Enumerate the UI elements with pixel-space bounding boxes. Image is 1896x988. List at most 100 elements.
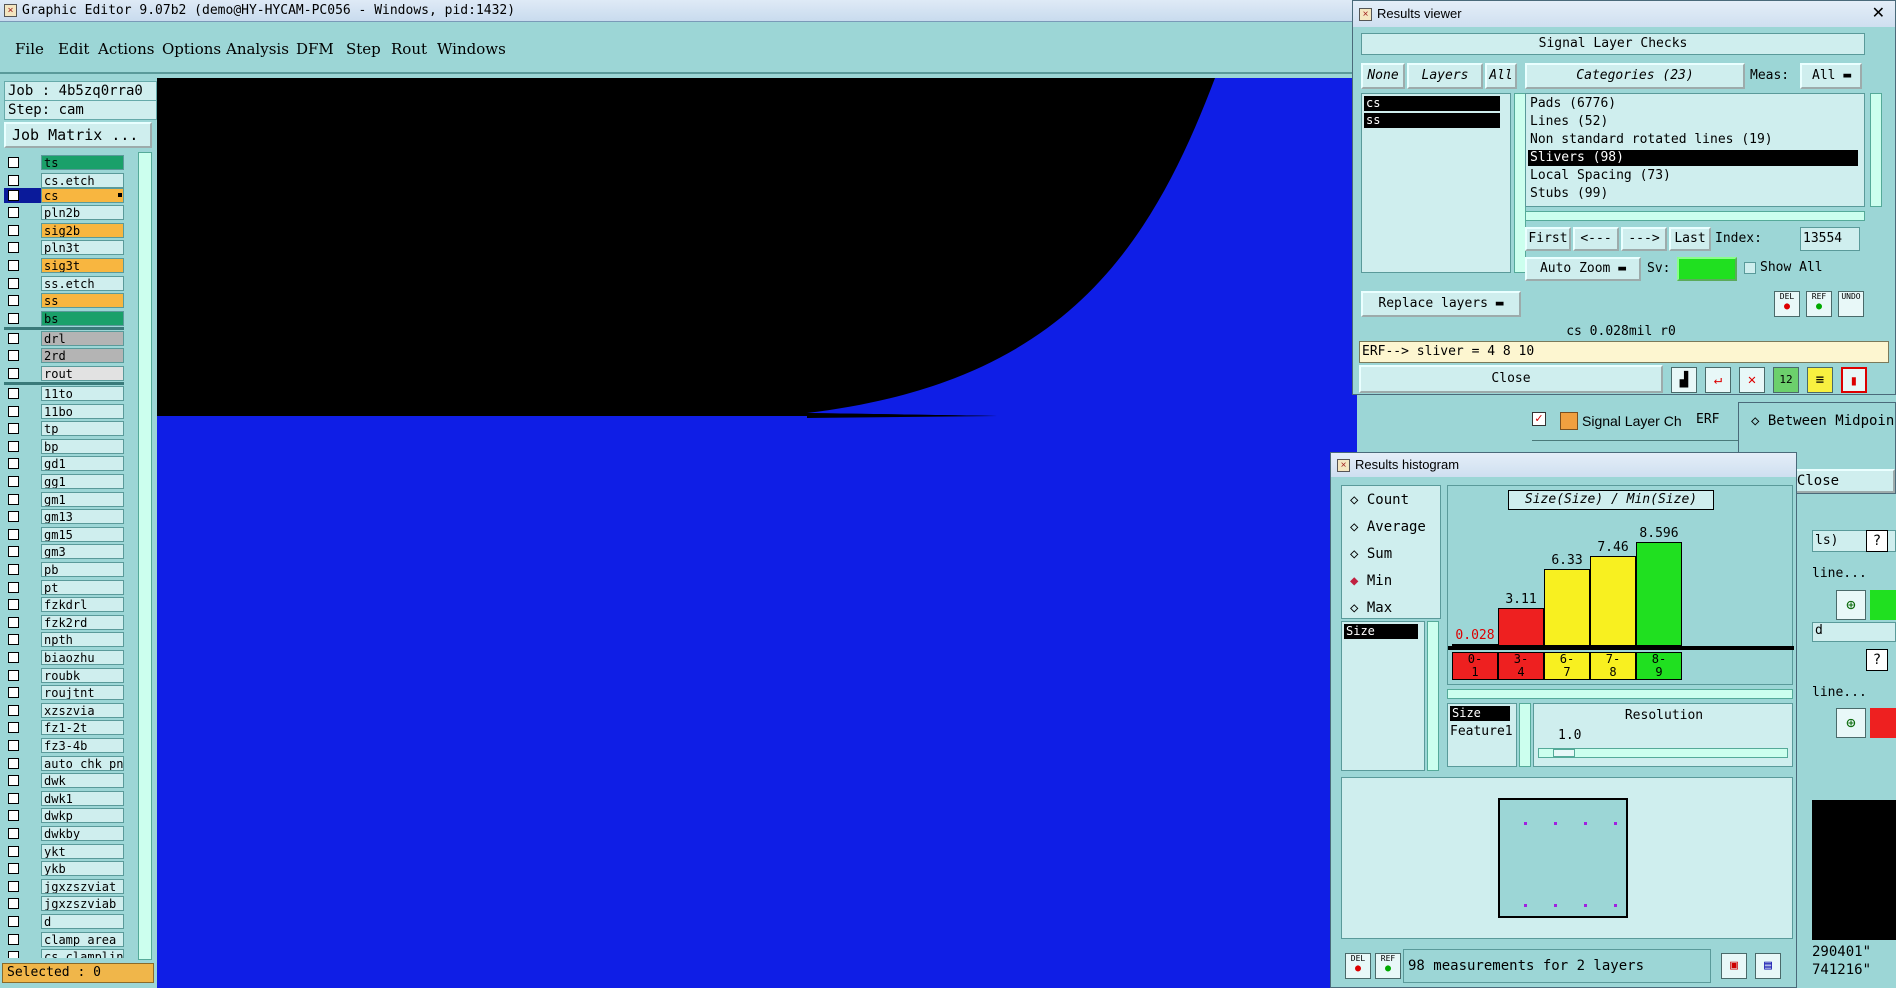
categories-scrollbar[interactable]: [1870, 93, 1882, 207]
bin-label[interactable]: 3- 4: [1498, 652, 1544, 680]
layer-name[interactable]: npth: [41, 632, 124, 648]
bin-label[interactable]: 7- 8: [1590, 652, 1636, 680]
layer-name[interactable]: pln3t: [41, 240, 124, 256]
layer-checkbox[interactable]: [8, 564, 19, 575]
layer-name[interactable]: gd1: [41, 456, 124, 472]
menu-dfm[interactable]: DFM: [296, 40, 334, 58]
list-icon[interactable]: 12: [1773, 367, 1799, 393]
category-item[interactable]: Non standard rotated lines (19): [1528, 132, 1858, 148]
layer-checkbox[interactable]: [8, 880, 19, 892]
layer-item-ss[interactable]: ss: [1364, 113, 1500, 128]
category-item[interactable]: Pads (6776): [1528, 96, 1858, 112]
layer-row-sig3t[interactable]: sig3t: [4, 258, 124, 273]
layer-row-ykb[interactable]: ykb: [4, 861, 124, 877]
field-item-size[interactable]: Size: [1450, 706, 1510, 721]
layer-row-dwkp[interactable]: dwkp: [4, 808, 124, 824]
bin-label[interactable]: 8- 9: [1636, 652, 1682, 680]
layer-checkbox[interactable]: [8, 174, 19, 186]
attribute-list[interactable]: Size: [1341, 621, 1425, 771]
layer-row-ykt[interactable]: ykt: [4, 843, 124, 859]
layer-row-11bo[interactable]: 11bo: [4, 403, 124, 419]
results-close-button[interactable]: Close: [1359, 365, 1663, 393]
layer-row-fzkdrl[interactable]: fzkdrl: [4, 597, 124, 613]
layer-checkbox[interactable]: [8, 775, 19, 787]
layer-row-sig2b[interactable]: sig2b: [4, 222, 124, 238]
layer-row-gm3[interactable]: gm3: [4, 544, 124, 560]
layer-checkbox[interactable]: [8, 757, 19, 769]
layer-name[interactable]: sig2b: [41, 222, 124, 238]
resolution-slider[interactable]: [1538, 748, 1788, 758]
graph-icon[interactable]: ▟: [1671, 367, 1697, 393]
layer-row-gm13[interactable]: gm13: [4, 509, 124, 525]
layer-row-gm1[interactable]: gm1: [4, 491, 124, 507]
layer-checkbox[interactable]: [8, 405, 19, 417]
layer-name[interactable]: pb: [41, 562, 124, 577]
graphic-canvas[interactable]: [157, 78, 1357, 988]
layer-checkbox[interactable]: [8, 423, 19, 435]
layer-row-bs[interactable]: bs: [4, 310, 124, 326]
layer-row-ss[interactable]: ss: [4, 293, 124, 309]
layer-name[interactable]: ykb: [41, 861, 124, 877]
menu-actions[interactable]: Actions: [98, 40, 154, 58]
layer-checkbox[interactable]: [8, 242, 19, 254]
layer-name[interactable]: dwkp: [41, 808, 124, 824]
histogram-bar[interactable]: [1590, 555, 1636, 646]
layer-name[interactable]: auto_chk_pn: [41, 755, 124, 771]
layer-row-roubk[interactable]: roubk: [4, 667, 124, 683]
next-button[interactable]: --->: [1621, 227, 1667, 251]
layer-checkbox[interactable]: [8, 511, 19, 523]
layer-row-auto_chk_pn[interactable]: auto_chk_pn: [4, 755, 124, 771]
layer-row-ss.etch[interactable]: ss.etch: [4, 275, 124, 291]
layer-checkbox[interactable]: [8, 810, 19, 822]
layer-checkbox[interactable]: [8, 599, 19, 611]
layer-checkbox[interactable]: [8, 740, 19, 751]
layer-checkbox[interactable]: [8, 616, 19, 628]
layer-checkbox[interactable]: [8, 704, 19, 716]
layer-row-dwk[interactable]: dwk: [4, 773, 124, 789]
category-item[interactable]: Lines (52): [1528, 114, 1858, 130]
menu-analysis[interactable]: Analysis: [226, 40, 289, 58]
categories-button[interactable]: Categories (23): [1525, 63, 1745, 89]
layer-name[interactable]: fz1-2t: [41, 720, 124, 736]
layer-name[interactable]: fzk2rd: [41, 614, 124, 630]
histogram-icon[interactable]: ▮: [1841, 367, 1867, 393]
undo-icon[interactable]: UNDO: [1838, 291, 1864, 317]
last-button[interactable]: Last: [1669, 227, 1711, 251]
layer-name[interactable]: bp: [41, 438, 124, 454]
show-all-checkbox[interactable]: [1744, 262, 1756, 274]
clear-icon[interactable]: ✕: [1739, 367, 1765, 393]
layer-name[interactable]: dwkby: [41, 826, 124, 841]
replace-layers-dropdown[interactable]: Replace layers ▬: [1361, 291, 1521, 317]
menu-file[interactable]: File: [15, 40, 44, 58]
category-item[interactable]: Stubs (99): [1528, 186, 1858, 202]
layer-checkbox[interactable]: [8, 863, 19, 875]
layer-checkbox[interactable]: [8, 189, 19, 201]
meas-dropdown[interactable]: All ▬: [1800, 63, 1862, 89]
layer-row-biaozhu[interactable]: biaozhu: [4, 650, 124, 665]
layer-row-gg1[interactable]: gg1: [4, 474, 124, 489]
layer-checkbox[interactable]: [8, 687, 19, 699]
categories-hscrollbar[interactable]: [1525, 211, 1865, 221]
layer-name[interactable]: ts: [41, 155, 124, 170]
help-icon-2[interactable]: ?: [1866, 649, 1888, 671]
layer-row-dwkby[interactable]: dwkby: [4, 826, 124, 841]
layer-row-pt[interactable]: pt: [4, 579, 124, 595]
layer-name[interactable]: cs.etch: [41, 172, 124, 188]
layer-row-gm15[interactable]: gm15: [4, 526, 124, 542]
layer-row-11to[interactable]: 11to: [4, 386, 124, 401]
layer-checkbox[interactable]: [8, 458, 19, 470]
layer-checkbox[interactable]: [8, 898, 19, 910]
field-item-feature1[interactable]: Feature1: [1450, 724, 1513, 739]
layer-name[interactable]: sig3t: [41, 258, 124, 273]
layer-checkbox[interactable]: [8, 350, 19, 362]
layer-checkbox[interactable]: [8, 669, 19, 681]
layer-checkbox[interactable]: [8, 493, 19, 505]
help-icon[interactable]: ?: [1866, 530, 1888, 552]
layer-name[interactable]: dwk: [41, 773, 124, 789]
histogram-bar[interactable]: [1498, 608, 1544, 646]
layers-button[interactable]: Layers: [1407, 63, 1483, 89]
layer-name[interactable]: bs: [41, 310, 124, 326]
option-sum[interactable]: ◇ Sum: [1350, 546, 1392, 562]
layer-row-dwk1[interactable]: dwk1: [4, 790, 124, 806]
menu-options[interactable]: Options: [162, 40, 221, 58]
